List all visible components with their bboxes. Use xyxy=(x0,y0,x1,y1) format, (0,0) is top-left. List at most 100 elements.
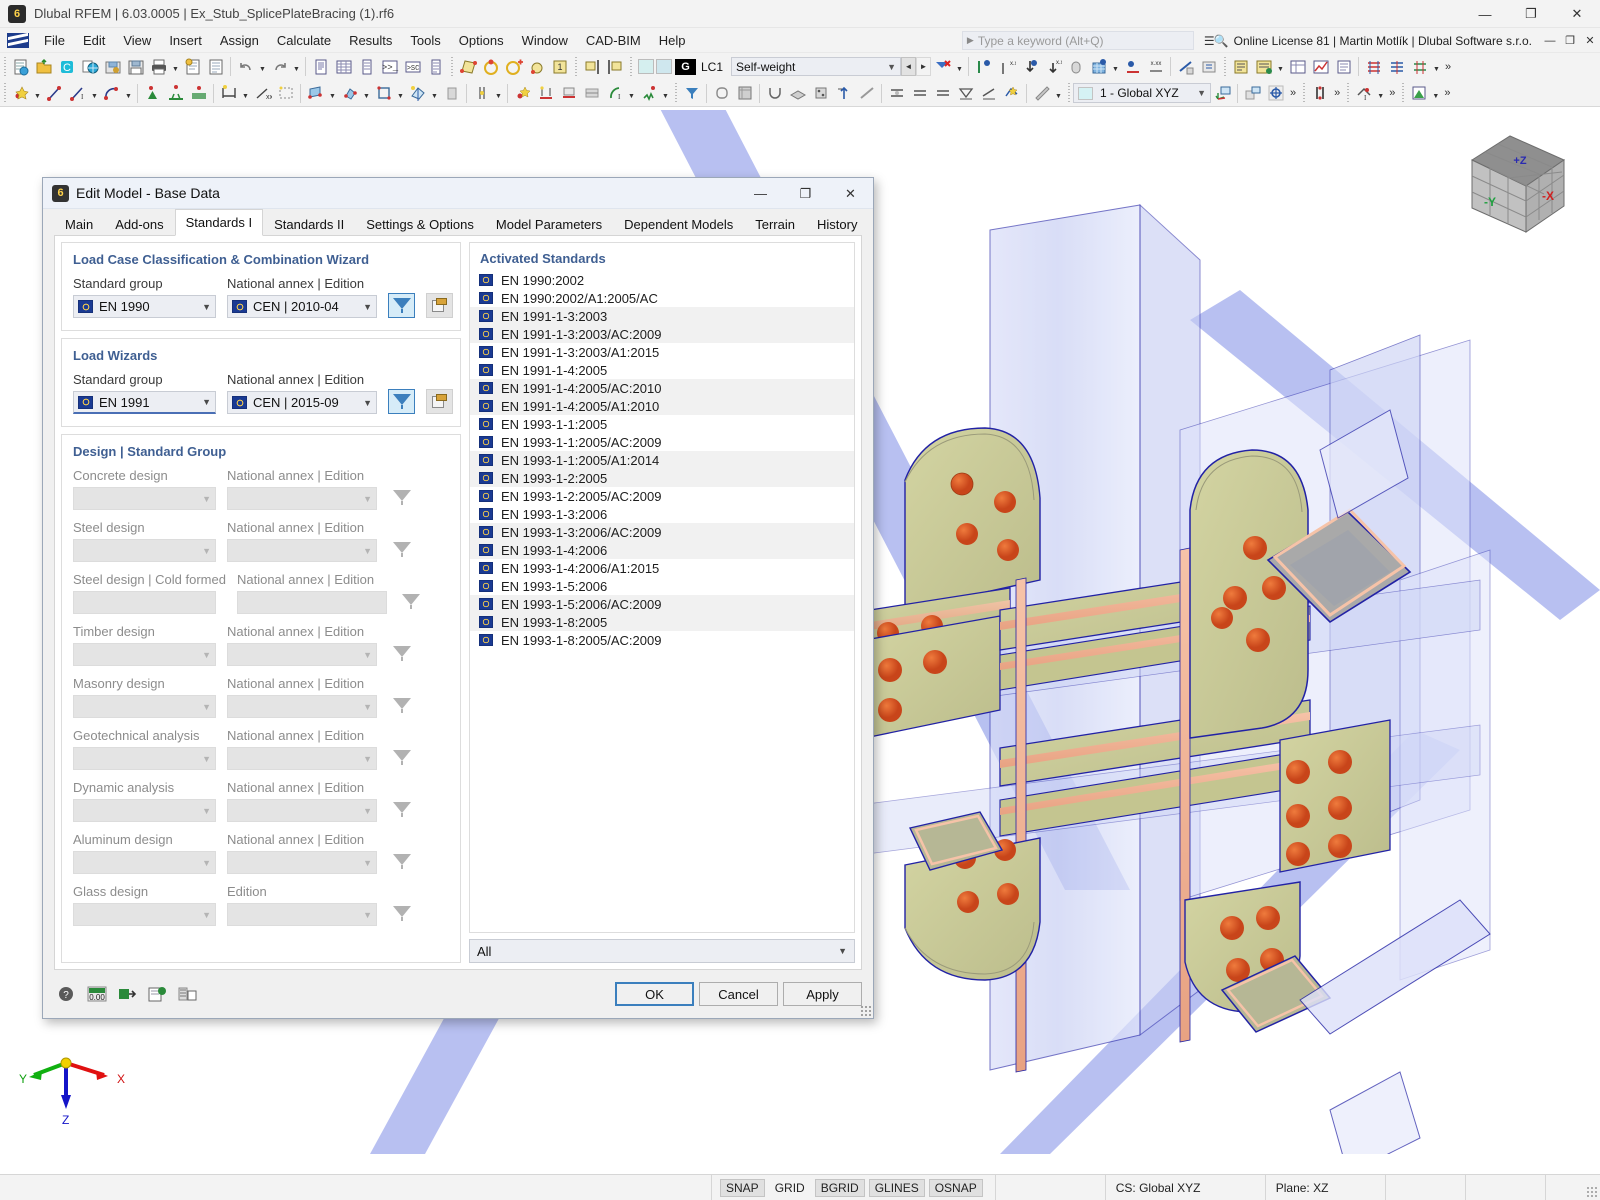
calculate-dropdown-arrow[interactable]: ▼ xyxy=(1275,55,1286,78)
document-icon[interactable] xyxy=(204,55,227,78)
toolbar-overflow-button-2[interactable]: » xyxy=(1331,87,1343,99)
standard-list-item[interactable]: EN 1991-1-4:2005/AC:2010 xyxy=(470,379,854,397)
masonry-annex-select[interactable]: ▼ xyxy=(227,695,377,718)
free-load-value-icon[interactable]: x.xx xyxy=(1144,55,1167,78)
tab-add-ons[interactable]: Add-ons xyxy=(104,211,175,236)
work-plane-icon[interactable] xyxy=(1241,82,1264,105)
dynamic-analysis-select[interactable]: ▼ xyxy=(73,799,216,822)
standard-list-item[interactable]: EN 1991-1-3:2003/A1:2015 xyxy=(470,343,854,361)
standard-list-item[interactable]: EN 1993-1-1:2005/AC:2009 xyxy=(470,433,854,451)
new-surface-dropdown-arrow[interactable]: ▼ xyxy=(327,82,338,105)
menu-results[interactable]: Results xyxy=(340,30,401,51)
doc-close-button[interactable]: ✕ xyxy=(1580,29,1600,53)
generate-loads-icon[interactable] xyxy=(1197,55,1220,78)
standard-list-item[interactable]: EN 1993-1-8:2005 xyxy=(470,613,854,631)
visibility-dropdown-arrow[interactable]: ▼ xyxy=(1053,82,1064,105)
toolbar-grip[interactable] xyxy=(673,83,678,103)
dialog-maximize-button[interactable]: ❐ xyxy=(783,178,828,209)
units-button[interactable]: 0.00 xyxy=(84,983,109,1005)
support-type-4-icon[interactable] xyxy=(954,82,977,105)
new-opening-icon[interactable] xyxy=(372,82,395,105)
new-line-dim-icon[interactable]: I xyxy=(66,82,89,105)
license-list-icon[interactable]: ☰🔍 xyxy=(1204,34,1229,48)
web-model-icon[interactable] xyxy=(78,55,101,78)
new-solid-icon[interactable] xyxy=(338,82,361,105)
table-icon[interactable] xyxy=(332,55,355,78)
toolbar-grip[interactable] xyxy=(2,56,7,77)
standard-list-item[interactable]: EN 1991-1-4:2005 xyxy=(470,361,854,379)
surface-select-icon[interactable] xyxy=(456,55,479,78)
standard-list-item[interactable]: EN 1993-1-3:2006 xyxy=(470,505,854,523)
standard-list-item[interactable]: EN 1993-1-2:2005/AC:2009 xyxy=(470,487,854,505)
menu-edit[interactable]: Edit xyxy=(74,30,114,51)
next-load-case-button[interactable]: ► xyxy=(916,57,932,76)
member-vertical-icon[interactable] xyxy=(1308,82,1331,105)
menu-options[interactable]: Options xyxy=(450,30,513,51)
previous-load-case-button[interactable]: ◄ xyxy=(901,57,917,76)
align-left-icon[interactable] xyxy=(580,55,603,78)
menu-window[interactable]: Window xyxy=(513,30,577,51)
render-wireframe-icon[interactable] xyxy=(710,82,733,105)
nodal-load-value-icon[interactable]: x.xx xyxy=(1041,55,1064,78)
undo-dropdown-arrow[interactable]: ▼ xyxy=(257,55,268,78)
dialog-close-button[interactable]: ✕ xyxy=(828,178,873,209)
lw-annex-select[interactable]: CEN | 2015-09 ▼ xyxy=(227,391,377,414)
menu-tools[interactable]: Tools xyxy=(401,30,449,51)
export-button[interactable] xyxy=(144,983,169,1005)
dialog-title-bar[interactable]: Edit Model - Base Data — ❐ ✕ xyxy=(43,178,873,209)
view-diagonal-icon[interactable] xyxy=(855,82,878,105)
toggle-grid[interactable]: GRID xyxy=(769,1179,811,1197)
dimension-xx-icon[interactable]: xx xyxy=(251,82,274,105)
toolbar-grip[interactable] xyxy=(1400,83,1406,103)
geotechnical-annex-select[interactable]: ▼ xyxy=(227,747,377,770)
dimension-dropdown-arrow[interactable]: ▼ xyxy=(240,82,251,105)
new-line-dropdown-arrow[interactable]: ▼ xyxy=(89,82,100,105)
new-node-dropdown-arrow[interactable]: ▼ xyxy=(32,82,43,105)
calculate-icon[interactable] xyxy=(1229,55,1252,78)
minimize-button[interactable]: — xyxy=(1462,0,1508,28)
tab-main[interactable]: Main xyxy=(54,211,105,236)
rigid-link-icon[interactable] xyxy=(580,82,603,105)
view-3d-icon[interactable] xyxy=(809,82,832,105)
lasso-select-icon[interactable] xyxy=(525,55,548,78)
new-surface-support-icon[interactable] xyxy=(187,82,210,105)
open-folder-icon[interactable] xyxy=(32,55,55,78)
toggle-osnap[interactable]: OSNAP xyxy=(928,1178,983,1197)
standard-list-item[interactable]: EN 1993-1-5:2006/AC:2009 xyxy=(470,595,854,613)
timber-design-select[interactable]: ▼ xyxy=(73,643,216,666)
new-opening-dropdown-arrow[interactable]: ▼ xyxy=(395,82,406,105)
toolbar-overflow-button[interactable]: » xyxy=(1442,61,1454,73)
aluminum-annex-select[interactable]: ▼ xyxy=(227,851,377,874)
toggle-bgrid[interactable]: BGRID xyxy=(814,1178,865,1197)
nodal-release-icon[interactable] xyxy=(511,82,534,105)
menu-file[interactable]: File xyxy=(35,30,74,51)
settings-list-button[interactable] xyxy=(174,983,199,1005)
toolbar-grip[interactable] xyxy=(449,56,454,77)
member-hinge-icon[interactable] xyxy=(470,82,493,105)
rotate-view-icon[interactable] xyxy=(479,55,502,78)
print-results-icon[interactable] xyxy=(1332,55,1355,78)
imperfection-icon[interactable] xyxy=(1174,55,1197,78)
results-graph-icon[interactable] xyxy=(1309,55,1332,78)
calculate-all-icon[interactable] xyxy=(1252,55,1275,78)
redo-dropdown-arrow[interactable]: ▼ xyxy=(291,55,302,78)
hinge-dropdown-arrow[interactable]: ▼ xyxy=(493,82,504,105)
load-case-select[interactable]: Self-weight ▼ xyxy=(731,57,902,76)
visibility-icon[interactable] xyxy=(1030,82,1053,105)
standard-list-item[interactable]: EN 1990:2002 xyxy=(470,271,854,289)
tab-dependent-models[interactable]: Dependent Models xyxy=(613,211,745,236)
new-line-icon[interactable] xyxy=(43,82,66,105)
import-button[interactable] xyxy=(114,983,139,1005)
tab-settings-options[interactable]: Settings & Options xyxy=(355,211,485,236)
printout-report-icon[interactable] xyxy=(181,55,204,78)
new-support-icon[interactable] xyxy=(141,82,164,105)
support-type-5-icon[interactable] xyxy=(977,82,1000,105)
deformation-icon[interactable] xyxy=(1362,55,1385,78)
render-solid-icon[interactable] xyxy=(733,82,756,105)
doc-minimize-button[interactable]: — xyxy=(1540,29,1560,53)
line-release-icon[interactable] xyxy=(534,82,557,105)
dynamic-filter-button[interactable] xyxy=(388,797,415,822)
mesh-refinement-icon[interactable] xyxy=(406,82,429,105)
diagram-icon[interactable] xyxy=(1407,82,1430,105)
navigator-icon[interactable] xyxy=(309,55,332,78)
